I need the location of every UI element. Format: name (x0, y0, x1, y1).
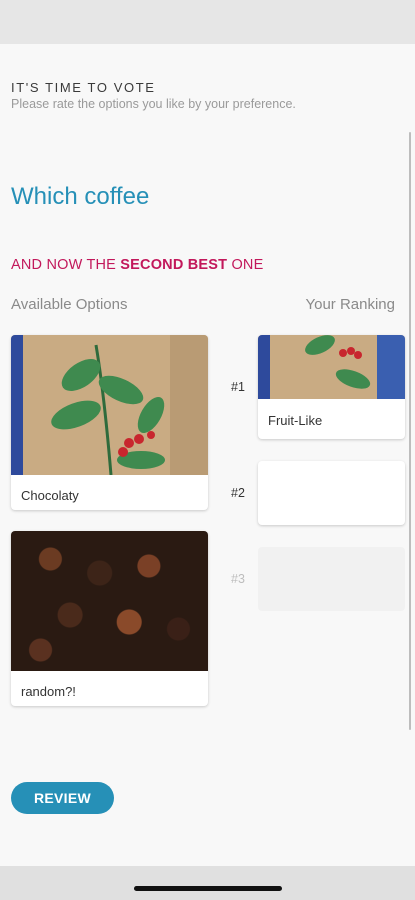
option-label: Chocolaty (21, 488, 79, 503)
coffee-bag-photo (258, 335, 405, 399)
option-card-chocolaty[interactable]: Chocolaty (11, 335, 208, 510)
home-indicator[interactable] (134, 886, 282, 891)
ranking-label: Fruit-Like (268, 413, 323, 428)
option-label: random?! (21, 684, 76, 699)
rank-number: #1 (231, 380, 245, 394)
prompt-suffix: ONE (227, 257, 264, 273)
coffee-plant-illustration (305, 335, 371, 389)
your-ranking-label: Your Ranking (305, 296, 395, 313)
option-card-random[interactable]: random?! (11, 531, 208, 706)
prompt-prefix: AND NOW THE (11, 257, 121, 273)
coffee-bag-photo (11, 335, 208, 475)
bottom-bar (0, 866, 415, 900)
rank-number: #2 (231, 486, 245, 500)
ranking-prompt: AND NOW THE SECOND BEST ONE (11, 257, 263, 273)
ranking-slot-3 (258, 547, 405, 611)
review-button[interactable]: REVIEW (11, 782, 114, 814)
coffee-plant-illustration (51, 344, 165, 475)
scrollbar[interactable] (409, 132, 411, 730)
available-options-label: Available Options (11, 296, 128, 313)
section-eyebrow: IT'S TIME TO VOTE (11, 80, 156, 95)
status-bar (0, 0, 415, 44)
ranking-slot-1[interactable]: Fruit-Like (258, 335, 405, 439)
instructions-text: Please rate the options you like by your… (11, 97, 296, 111)
coffee-beans-photo (11, 531, 208, 671)
question-title: Which coffee (11, 183, 150, 210)
rank-number: #3 (231, 572, 245, 586)
ranking-slot-2[interactable] (258, 461, 405, 525)
prompt-emphasis: SECOND BEST (120, 257, 228, 273)
